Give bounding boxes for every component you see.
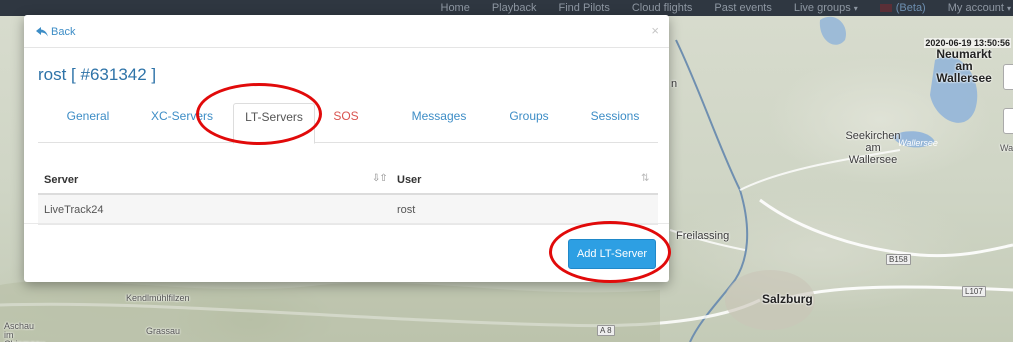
nav-home[interactable]: Home [441,0,470,16]
modal-title: rost [ #631342 ] [38,65,157,84]
road-tag-a8: A 8 [597,325,615,336]
caret-down-icon: ▾ [853,3,858,13]
column-header-user[interactable]: User [397,174,421,186]
nav-beta[interactable]: (Beta) [879,0,926,16]
map-layers-button[interactable] [1003,108,1013,134]
nav-playback[interactable]: Playback [492,0,537,16]
top-navbar: Home Playback Find Pilots Cloud flights … [0,0,1013,16]
map-label-partial-wa: Wa [1000,143,1013,153]
flag-icon [879,4,892,13]
column-header-server[interactable]: Server [44,174,78,186]
map-label-freilassing: Freilassing [676,230,730,242]
table-header: Server ⇩⇧ User ⇅ [38,167,658,195]
map-control-button[interactable] [1003,64,1013,90]
nav-cloud-flights[interactable]: Cloud flights [632,0,693,16]
pilot-modal: Back × rost [ #631342 ] General XC-Serve… [24,15,669,282]
cell-server: LiveTrack24 [44,204,104,216]
nav-find-pilots[interactable]: Find Pilots [558,0,609,16]
sort-icon[interactable]: ⇅ [641,173,649,184]
map-label-grassau: Grassau [146,326,181,336]
close-icon[interactable]: × [651,24,659,37]
nav-my-account[interactable]: My account ▾ [948,0,1011,17]
table-row[interactable]: LiveTrack24 rost [38,195,658,225]
map-label-salzburg: Salzburg [762,292,813,306]
nav-beta-label: (Beta) [895,2,926,14]
nav-live-groups[interactable]: Live groups ▾ [794,0,858,17]
tab-sos[interactable]: SOS [324,103,368,143]
tab-bar: General XC-Servers LT-Servers SOS Messag… [38,103,658,144]
back-link[interactable]: Back [36,26,75,38]
modal-footer: Add LT-Server [24,223,669,282]
sort-ascending-icon[interactable]: ⇩⇧ [372,173,388,184]
map-label-aschau: Aschau im Chiemgau [4,321,45,342]
nav-my-account-label: My account [947,1,1004,14]
map-label-partial-n: n [671,78,678,90]
nav-live-groups-label: Live groups [793,1,851,14]
lt-servers-table: Server ⇩⇧ User ⇅ LiveTrack24 rost [38,167,658,225]
tab-xc-servers[interactable]: XC-Servers [141,103,223,143]
map-label-seekirchen: Seekirchen am Wallersee [845,130,901,166]
map-label-neumarkt: Neumarkt am Wallersee [936,47,992,85]
road-tag-l107: L107 [962,286,986,297]
map-label-kendlmuhlfilzen: Kendlmühlfilzen [126,293,190,303]
add-lt-server-button[interactable]: Add LT-Server [568,239,656,269]
cell-user: rost [397,204,416,216]
tab-general[interactable]: General [52,103,124,143]
tab-messages[interactable]: Messages [398,103,480,143]
back-label: Back [51,26,76,38]
tab-sessions[interactable]: Sessions [578,103,652,143]
reply-icon [36,27,48,37]
navbar-items: Home Playback Find Pilots Cloud flights … [419,0,1013,16]
nav-past-events[interactable]: Past events [714,0,771,16]
road-tag-b158: B158 [886,254,911,265]
modal-header: Back × [24,15,669,48]
tab-groups[interactable]: Groups [496,103,562,143]
caret-down-icon: ▾ [1006,3,1011,13]
tab-lt-servers[interactable]: LT-Servers [233,103,315,144]
